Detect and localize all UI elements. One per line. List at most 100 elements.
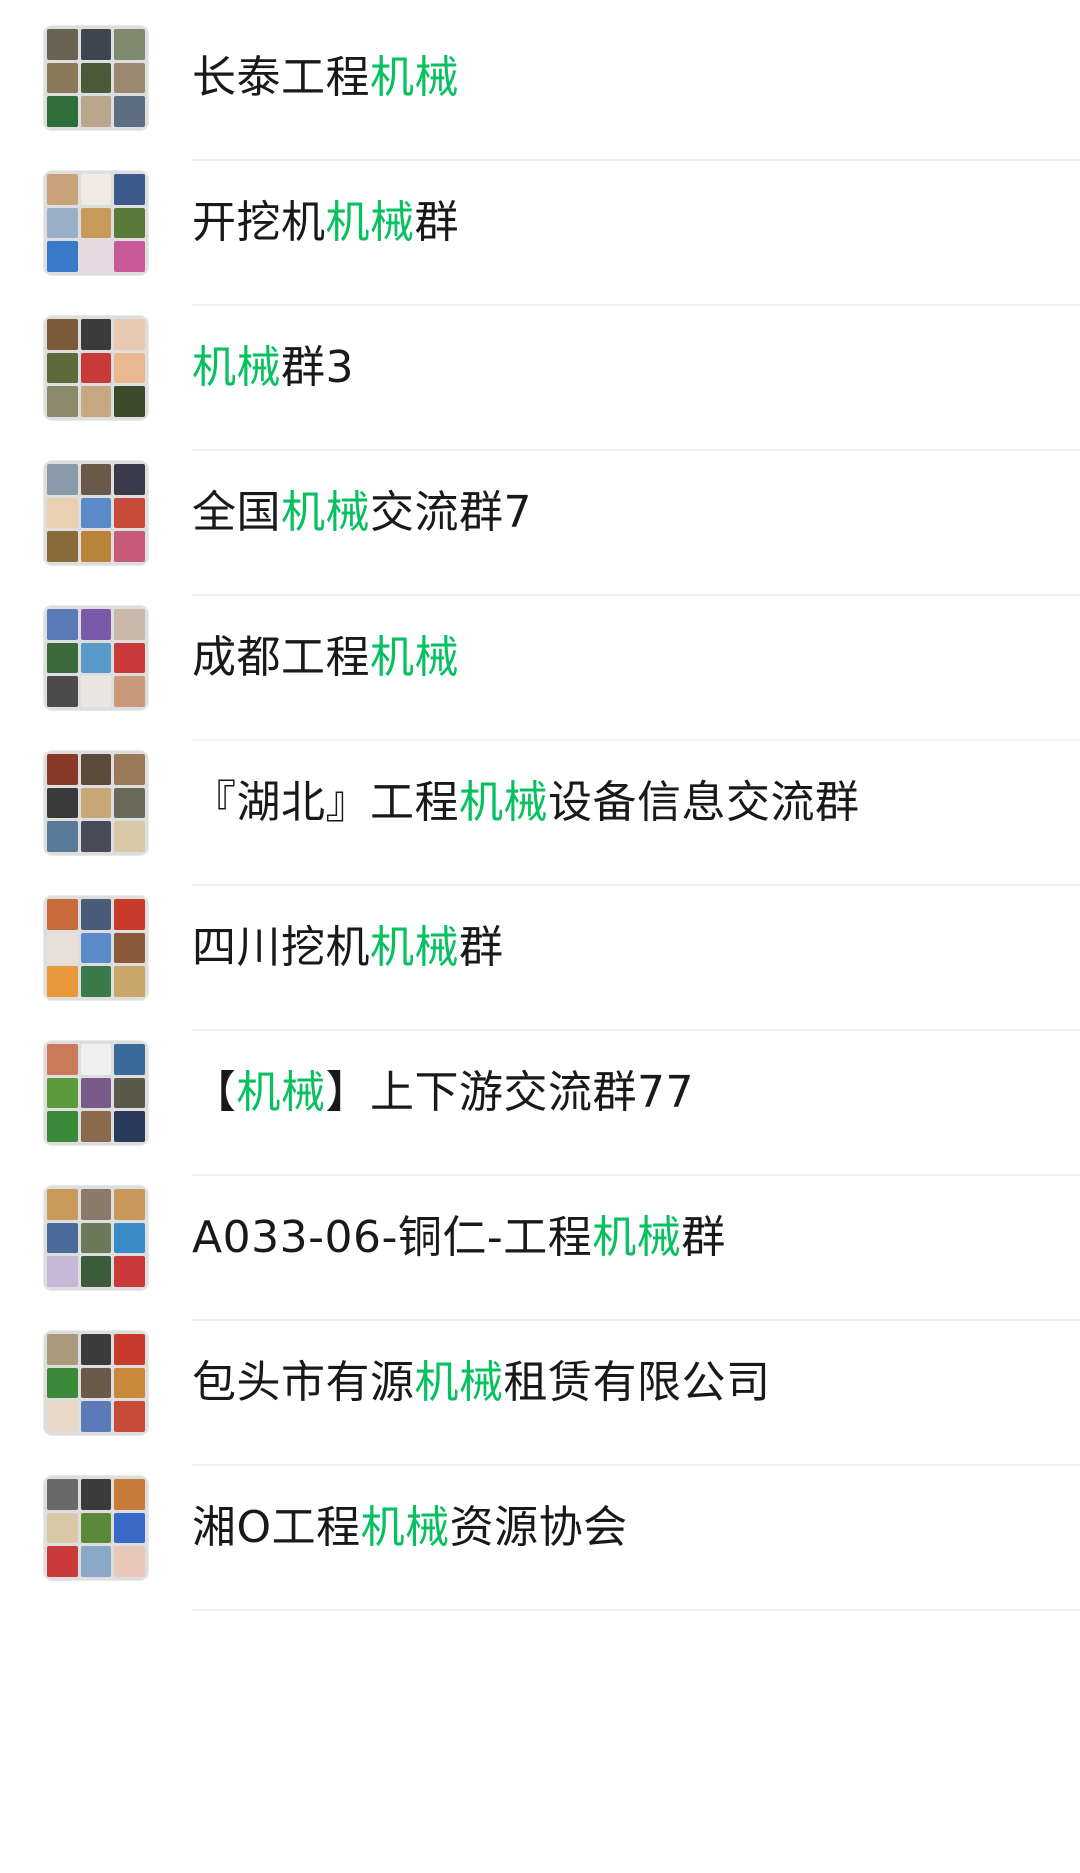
member-avatar-tile bbox=[114, 241, 145, 272]
group-name-text: 四川挖机 bbox=[192, 922, 370, 973]
keyword-highlight: 机械 bbox=[236, 1067, 326, 1118]
member-avatar-tile bbox=[114, 29, 145, 60]
member-avatar-tile bbox=[47, 642, 78, 674]
group-name: 长泰工程机械 bbox=[192, 23, 459, 133]
keyword-highlight: 机械 bbox=[414, 1357, 504, 1408]
member-avatar-tile bbox=[114, 932, 145, 964]
group-avatar bbox=[44, 171, 148, 275]
keyword-highlight: 机械 bbox=[592, 1212, 682, 1263]
member-avatar-tile bbox=[80, 1367, 112, 1399]
member-avatar-tile bbox=[47, 609, 78, 640]
member-avatar-tile bbox=[114, 1044, 145, 1075]
group-name-text: 包头市有源 bbox=[192, 1357, 415, 1408]
member-avatar-tile bbox=[47, 29, 78, 60]
keyword-highlight: 机械 bbox=[370, 52, 459, 103]
member-avatar-tile bbox=[47, 464, 78, 495]
member-avatar-tile bbox=[47, 96, 78, 127]
group-name: 开挖机机械群 bbox=[192, 168, 459, 278]
member-avatar-tile bbox=[80, 1334, 112, 1365]
member-avatar-tile bbox=[47, 1334, 78, 1365]
group-name: 成都工程机械 bbox=[192, 603, 459, 713]
member-avatar-tile bbox=[80, 821, 112, 852]
member-avatar-tile bbox=[80, 207, 112, 239]
member-avatar-tile bbox=[47, 62, 78, 94]
member-avatar-tile bbox=[80, 1111, 112, 1142]
group-name-text: 【 bbox=[192, 1067, 237, 1118]
group-name-text: 『湖北』工程 bbox=[192, 777, 459, 828]
member-avatar-tile bbox=[47, 497, 78, 529]
member-avatar-tile bbox=[47, 386, 78, 417]
group-avatar bbox=[44, 316, 148, 420]
group-avatar bbox=[44, 1476, 148, 1580]
group-name-text: 湘O工程 bbox=[192, 1502, 361, 1553]
member-avatar-tile bbox=[47, 319, 78, 350]
group-name-text: 群3 bbox=[281, 342, 354, 393]
member-avatar-tile bbox=[114, 966, 145, 997]
member-avatar-tile bbox=[114, 1189, 145, 1220]
group-name: 【机械】上下游交流群77 bbox=[192, 1038, 694, 1148]
group-name-text: 租赁有限公司 bbox=[503, 1357, 771, 1408]
member-avatar-tile bbox=[47, 1546, 78, 1577]
member-avatar-tile bbox=[80, 497, 112, 529]
search-results-list: 长泰工程机械 开挖机机械群 机械群3 全国机械交流群7 成都工程机械 『湖北』工程机械设备… bbox=[0, 0, 1080, 1873]
member-avatar-tile bbox=[80, 609, 112, 640]
keyword-highlight: 机械 bbox=[281, 487, 370, 538]
member-avatar-tile bbox=[114, 352, 145, 384]
member-avatar-tile bbox=[80, 899, 112, 930]
member-avatar-tile bbox=[114, 676, 145, 707]
member-avatar-tile bbox=[80, 1546, 112, 1577]
member-avatar-tile bbox=[114, 497, 145, 529]
member-avatar-tile bbox=[47, 1077, 78, 1109]
group-name-text: 群 bbox=[414, 197, 459, 248]
group-name-text: 群 bbox=[681, 1212, 726, 1263]
group-name-text: 开挖机 bbox=[192, 197, 326, 248]
group-name-text: A033-06-铜仁-工程 bbox=[192, 1212, 593, 1263]
member-avatar-tile bbox=[80, 932, 112, 964]
group-avatar bbox=[44, 1186, 148, 1290]
group-name-text: 设备信息交流群 bbox=[548, 777, 860, 828]
group-chat-result[interactable]: 湘O工程机械资源协会 bbox=[0, 1437, 1080, 1611]
member-avatar-tile bbox=[114, 642, 145, 674]
member-avatar-tile bbox=[80, 531, 112, 562]
member-avatar-tile bbox=[114, 464, 145, 495]
group-name-text: 全国 bbox=[192, 487, 281, 538]
member-avatar-tile bbox=[114, 821, 145, 852]
member-avatar-tile bbox=[114, 787, 145, 819]
member-avatar-tile bbox=[47, 207, 78, 239]
member-avatar-tile bbox=[114, 1334, 145, 1365]
member-avatar-tile bbox=[80, 676, 112, 707]
member-avatar-tile bbox=[47, 932, 78, 964]
member-avatar-tile bbox=[47, 1479, 78, 1510]
group-name: A033-06-铜仁-工程机械群 bbox=[192, 1183, 726, 1293]
group-name: 机械群3 bbox=[192, 313, 354, 423]
member-avatar-tile bbox=[114, 386, 145, 417]
group-name-text: 交流群7 bbox=[370, 487, 532, 538]
member-avatar-tile bbox=[47, 352, 78, 384]
member-avatar-tile bbox=[47, 1044, 78, 1075]
member-avatar-tile bbox=[80, 319, 112, 350]
group-avatar bbox=[44, 1041, 148, 1145]
member-avatar-tile bbox=[80, 1512, 112, 1544]
keyword-highlight: 机械 bbox=[370, 922, 459, 973]
member-avatar-tile bbox=[80, 1044, 112, 1075]
member-avatar-tile bbox=[47, 1256, 78, 1287]
member-avatar-tile bbox=[47, 1367, 78, 1399]
member-avatar-tile bbox=[80, 787, 112, 819]
member-avatar-tile bbox=[80, 62, 112, 94]
member-avatar-tile bbox=[47, 754, 78, 785]
member-avatar-tile bbox=[80, 1256, 112, 1287]
group-name-text: 】上下游交流群77 bbox=[325, 1067, 694, 1118]
member-avatar-tile bbox=[114, 1256, 145, 1287]
keyword-highlight: 机械 bbox=[360, 1502, 450, 1553]
keyword-highlight: 机械 bbox=[459, 777, 548, 828]
member-avatar-tile bbox=[114, 1546, 145, 1577]
member-avatar-tile bbox=[114, 1512, 145, 1544]
member-avatar-tile bbox=[80, 96, 112, 127]
group-name: 『湖北』工程机械设备信息交流群 bbox=[192, 748, 860, 858]
member-avatar-tile bbox=[47, 1512, 78, 1544]
member-avatar-tile bbox=[47, 1401, 78, 1432]
member-avatar-tile bbox=[114, 319, 145, 350]
member-avatar-tile bbox=[47, 241, 78, 272]
member-avatar-tile bbox=[47, 966, 78, 997]
member-avatar-tile bbox=[47, 899, 78, 930]
